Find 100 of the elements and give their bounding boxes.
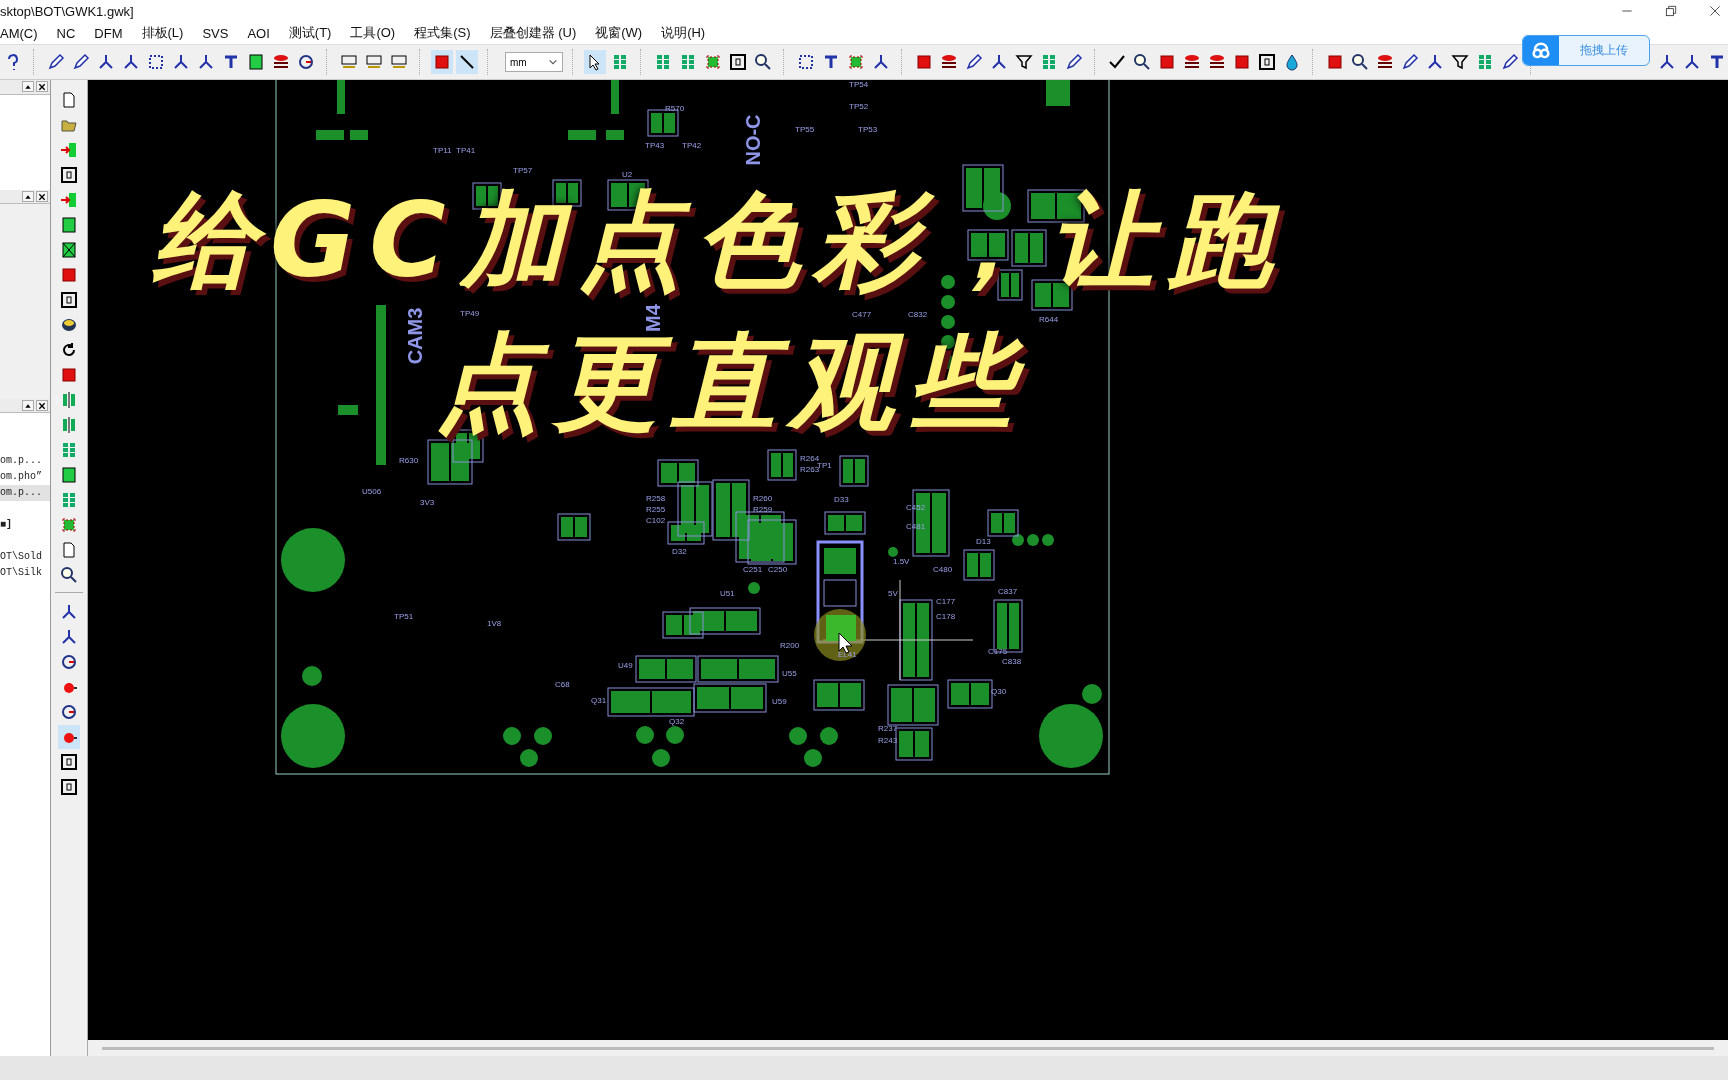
maximize-button[interactable] xyxy=(22,191,34,203)
file-list-item[interactable]: om.p... xyxy=(0,485,50,502)
chip-icon xyxy=(704,53,722,71)
branch-icon xyxy=(1658,53,1676,71)
align-icon xyxy=(60,416,78,434)
component-label: R200 xyxy=(780,641,800,650)
menu-item[interactable]: 视窗(W) xyxy=(595,24,643,42)
checkmark-icon xyxy=(1108,53,1126,71)
close-button[interactable] xyxy=(36,400,48,412)
square-icon xyxy=(1233,53,1251,71)
board-canvas[interactable] xyxy=(88,80,1728,1056)
grid-icon xyxy=(654,53,672,71)
component-label: R243 xyxy=(878,736,898,745)
maximize-button[interactable] xyxy=(22,81,34,93)
circle-icon xyxy=(60,703,78,721)
branch-icon xyxy=(990,53,1008,71)
pencil-icon xyxy=(1065,53,1083,71)
menu-item[interactable]: AM(C) xyxy=(0,25,38,41)
branch-icon xyxy=(122,53,140,71)
disc-icon xyxy=(60,316,78,334)
magnifier-icon xyxy=(754,53,772,71)
component-label: C177 xyxy=(936,597,956,606)
close-button[interactable] xyxy=(36,191,48,203)
pencil-icon xyxy=(47,53,65,71)
menu-item[interactable]: 说明(H) xyxy=(661,24,706,42)
restore-icon xyxy=(1664,4,1678,18)
menu-item[interactable]: AOI xyxy=(247,25,270,41)
component-label: D13 xyxy=(976,537,991,546)
component-label: 5V xyxy=(888,589,898,598)
stacked-layers-icon xyxy=(1208,53,1226,71)
component-label: TP49 xyxy=(460,309,480,318)
branch-icon xyxy=(97,53,115,71)
menu-item[interactable]: 程式集(S) xyxy=(414,24,471,42)
branch-icon xyxy=(872,53,890,71)
menu-item[interactable]: 层叠创建器 (U) xyxy=(489,24,577,42)
frame-icon xyxy=(60,291,78,309)
close-button[interactable] xyxy=(36,81,48,93)
dotted-square-icon xyxy=(147,53,165,71)
file-list-item[interactable]: om.p... xyxy=(0,453,50,470)
square-button[interactable] xyxy=(431,50,453,74)
zoom-icon xyxy=(365,53,383,71)
grid-icon xyxy=(60,491,78,509)
file-list-item[interactable]: OT\Sold xyxy=(0,549,50,566)
component-label: R259 xyxy=(753,505,773,514)
zoom-icon xyxy=(390,53,408,71)
component-label: C178 xyxy=(936,612,956,621)
menu-item[interactable]: SVS xyxy=(202,25,229,41)
document-icon xyxy=(60,541,78,559)
component-label: TP57 xyxy=(513,166,533,175)
menu-item[interactable]: 测试(T) xyxy=(288,24,332,42)
file-list-item[interactable]: ■] xyxy=(0,517,50,534)
board-label: M4 xyxy=(642,304,664,332)
circle-icon xyxy=(297,53,315,71)
menu-item[interactable]: DFM xyxy=(94,25,123,41)
component-label: D32 xyxy=(672,547,687,556)
grid-icon xyxy=(60,441,78,459)
align-icon xyxy=(60,391,78,409)
square-icon xyxy=(433,53,451,71)
square-icon xyxy=(915,53,933,71)
menu-item[interactable]: 工具(O) xyxy=(350,24,396,42)
component-label: U51 xyxy=(720,589,735,598)
cursor-button[interactable] xyxy=(584,50,606,74)
component-label: U506 xyxy=(362,487,382,496)
file-list-item[interactable]: om.pho” xyxy=(0,469,50,486)
square-icon xyxy=(60,216,78,234)
grid-icon xyxy=(611,53,629,71)
document-icon xyxy=(60,91,78,109)
arrow-icon xyxy=(60,191,78,209)
square-icon xyxy=(60,366,78,384)
line-icon xyxy=(458,53,476,71)
component-label: TP11 xyxy=(433,146,452,155)
line-button[interactable] xyxy=(456,50,478,74)
stacked-layers-icon xyxy=(272,53,290,71)
menu-item[interactable]: NC xyxy=(56,25,76,41)
component-label: Q30 xyxy=(991,687,1007,696)
branch-icon xyxy=(60,628,78,646)
menu-item[interactable]: 排板(L) xyxy=(141,24,184,42)
unit-select[interactable]: mm xyxy=(505,52,563,72)
component-label: TP51 xyxy=(394,612,414,621)
arrow-icon xyxy=(60,141,78,159)
stacked-layers-icon xyxy=(1183,53,1201,71)
close-icon xyxy=(38,82,46,91)
grid-icon xyxy=(679,53,697,71)
square-icon xyxy=(60,466,78,484)
component-label: TP54 xyxy=(849,80,869,89)
pencil-icon xyxy=(965,53,983,71)
horizontal-scrollbar[interactable] xyxy=(88,1040,1728,1056)
component-label: Q31 xyxy=(591,696,607,705)
component-label: TP52 xyxy=(849,102,869,111)
circle-icon xyxy=(60,653,78,671)
branch-icon xyxy=(1683,53,1701,71)
square-icon xyxy=(60,266,78,284)
file-list-item[interactable]: OT\Silk xyxy=(0,565,50,582)
component-label: C477 xyxy=(852,310,872,319)
component-label: R260 xyxy=(753,494,773,503)
component-label: TP43 xyxy=(645,141,665,150)
chip-icon xyxy=(847,53,865,71)
pencil-icon xyxy=(72,53,90,71)
chevron-down-icon xyxy=(548,57,558,67)
maximize-button[interactable] xyxy=(22,400,34,412)
